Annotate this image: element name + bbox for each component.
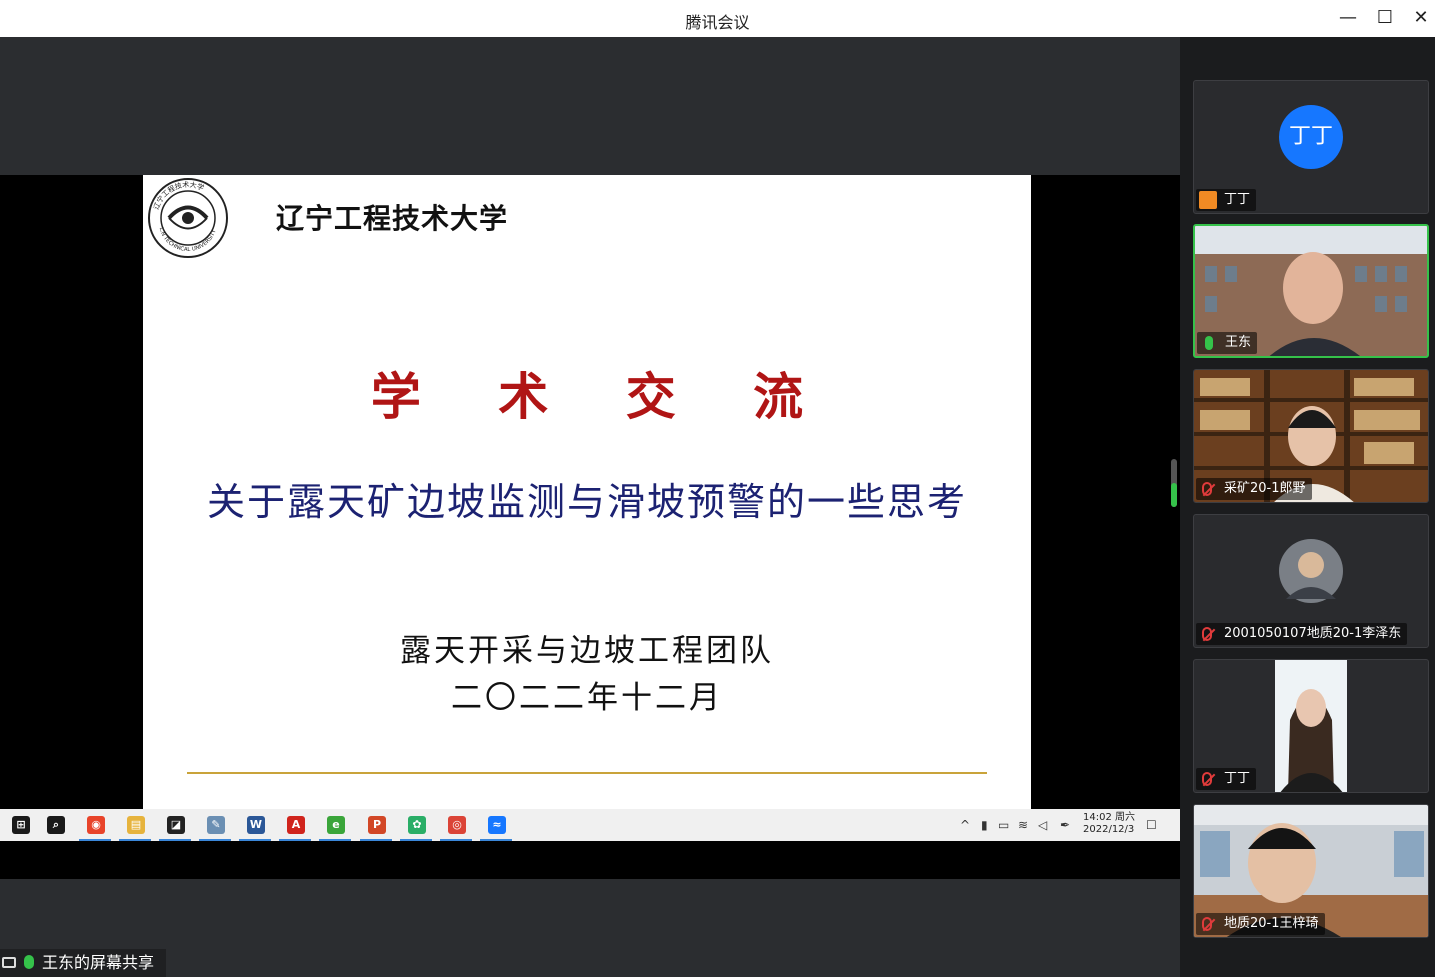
tray-volume-icon[interactable]: ◁ bbox=[1038, 818, 1047, 832]
running-indicator bbox=[400, 839, 432, 841]
running-indicator bbox=[119, 839, 151, 841]
mic-muted-icon bbox=[1202, 772, 1212, 786]
participant-tile[interactable]: 丁丁 丁丁 bbox=[1193, 80, 1429, 214]
person-icon bbox=[1199, 191, 1217, 209]
running-indicator bbox=[319, 839, 351, 841]
tray-battery-icon[interactable]: ▭ bbox=[998, 818, 1009, 832]
running-indicator bbox=[279, 839, 311, 841]
svg-text:辽宁工程技术大学: 辽宁工程技术大学 bbox=[152, 180, 205, 211]
start-glyph: ⊞ bbox=[12, 816, 30, 834]
ie-browser-icon[interactable]: e bbox=[315, 809, 355, 841]
sticky-notes-icon[interactable]: ◪ bbox=[155, 809, 195, 841]
screen-share-text: 王东的屏幕共享 bbox=[42, 953, 155, 972]
word-glyph: W bbox=[247, 816, 265, 834]
ie-browser-glyph: e bbox=[327, 816, 345, 834]
shared-screen-area: 辽宁工程技术大学 L.N TECHNICAL UNIVERSITY 辽宁工程技术… bbox=[0, 37, 1180, 977]
university-name: 辽宁工程技术大学 bbox=[276, 202, 509, 235]
title-bar: 腾讯会议 — ☐ ✕ bbox=[0, 0, 1435, 37]
taskbar-clock[interactable]: 14:02 周六 2022/12/3 bbox=[1083, 812, 1135, 836]
participant-name: 2001050107地质20-1李泽东 bbox=[1224, 626, 1402, 641]
running-indicator bbox=[159, 839, 191, 841]
start-icon[interactable]: ⊞ bbox=[0, 809, 40, 841]
maximize-button[interactable]: ☐ bbox=[1372, 6, 1398, 30]
university-logo-icon: 辽宁工程技术大学 L.N TECHNICAL UNIVERSITY bbox=[148, 178, 228, 258]
word-icon[interactable]: W bbox=[235, 809, 275, 841]
file-explorer-glyph: ▤ bbox=[127, 816, 145, 834]
window-title: 腾讯会议 bbox=[685, 13, 750, 32]
participant-list: 丁丁 丁丁 王东 采矿20-1郎野 2001050107地质20-1李泽东 丁丁… bbox=[1180, 37, 1435, 977]
mic-muted-icon bbox=[1202, 482, 1212, 496]
participant-tile[interactable]: 2001050107地质20-1李泽东 bbox=[1193, 514, 1429, 648]
wechat-icon[interactable]: ✿ bbox=[396, 809, 436, 841]
notification-icon[interactable]: ☐ bbox=[1146, 818, 1157, 832]
notepad-icon[interactable]: ✎ bbox=[195, 809, 235, 841]
running-indicator bbox=[480, 839, 512, 841]
shared-screen: 辽宁工程技术大学 L.N TECHNICAL UNIVERSITY 辽宁工程技术… bbox=[0, 175, 1180, 879]
avatar: 丁丁 bbox=[1279, 105, 1343, 169]
sticky-notes-glyph: ◪ bbox=[167, 816, 185, 834]
participant-name: 地质20-1王梓琦 bbox=[1224, 916, 1319, 931]
participant-name: 丁丁 bbox=[1224, 771, 1251, 786]
mic-on-icon bbox=[24, 955, 34, 969]
minimize-button[interactable]: — bbox=[1335, 6, 1361, 30]
browser-360-glyph: ◉ bbox=[87, 816, 105, 834]
participant-tile[interactable]: 地质20-1王梓琦 bbox=[1193, 804, 1429, 938]
tencent-meeting-icon[interactable]: ≈ bbox=[476, 809, 516, 841]
pdf-reader-icon[interactable]: A bbox=[275, 809, 315, 841]
file-explorer-icon[interactable]: ▤ bbox=[115, 809, 155, 841]
screen-share-icon bbox=[2, 957, 16, 968]
chrome-glyph: ◎ bbox=[448, 816, 466, 834]
participant-name: 王东 bbox=[1225, 335, 1252, 350]
search-glyph: ⌕ bbox=[47, 816, 65, 834]
clock-date: 2022/12/3 bbox=[1083, 824, 1135, 835]
mic-muted-icon bbox=[1202, 917, 1212, 931]
running-indicator bbox=[360, 839, 392, 841]
windows-taskbar: ⊞ ⌕ ◉ ▤ ◪ ✎ W Ae P ✿ ◎ ≈ ^ ▮ ▭ ≋ ◁ ✒ 14:02 周六 2022/… bbox=[0, 809, 1180, 841]
participant-label: 2001050107地质20-1李泽东 bbox=[1196, 623, 1408, 645]
tray-wifi-icon[interactable]: ≋ bbox=[1018, 818, 1028, 832]
browser-360-icon[interactable]: ◉ bbox=[75, 809, 115, 841]
slide-team: 露天开采与边坡工程团队 bbox=[400, 633, 774, 669]
participant-label: 采矿20-1郎野 bbox=[1196, 478, 1312, 500]
participant-tile[interactable]: 采矿20-1郎野 bbox=[1193, 369, 1429, 503]
close-button[interactable]: ✕ bbox=[1408, 6, 1434, 30]
slide-heading: 学 术 交 流 bbox=[370, 367, 834, 426]
powerpoint-glyph: P bbox=[368, 816, 386, 834]
presentation-slide: 辽宁工程技术大学 L.N TECHNICAL UNIVERSITY 辽宁工程技术… bbox=[143, 175, 1031, 809]
participant-label: 丁丁 bbox=[1196, 768, 1257, 790]
participant-name: 丁丁 bbox=[1224, 192, 1251, 207]
tray-mic-icon[interactable]: ▮ bbox=[981, 818, 988, 832]
participant-tile[interactable]: 王东 bbox=[1193, 224, 1429, 358]
svg-text:L.N TECHNICAL UNIVERSITY: L.N TECHNICAL UNIVERSITY bbox=[158, 227, 218, 253]
running-indicator bbox=[79, 839, 111, 841]
search-icon[interactable]: ⌕ bbox=[35, 809, 75, 841]
running-indicator bbox=[199, 839, 231, 841]
tray-pen-icon[interactable]: ✒ bbox=[1060, 818, 1070, 832]
participant-label: 王东 bbox=[1197, 332, 1258, 354]
chrome-icon[interactable]: ◎ bbox=[436, 809, 476, 841]
powerpoint-icon[interactable]: P bbox=[356, 809, 396, 841]
slide-date: 二〇二二年十二月 bbox=[451, 680, 723, 716]
participant-label: 丁丁 bbox=[1196, 189, 1257, 211]
participant-name: 采矿20-1郎野 bbox=[1224, 481, 1306, 496]
mic-on-icon bbox=[1205, 336, 1213, 350]
tray-chevron-icon[interactable]: ^ bbox=[960, 818, 970, 832]
slide-subtitle: 关于露天矿边坡监测与滑坡预警的一些思考 bbox=[206, 480, 967, 524]
tencent-meeting-glyph: ≈ bbox=[488, 816, 506, 834]
slide-divider bbox=[187, 772, 987, 774]
wechat-glyph: ✿ bbox=[408, 816, 426, 834]
running-indicator bbox=[239, 839, 271, 841]
clock-time: 14:02 周六 bbox=[1083, 812, 1135, 823]
volume-level-indicator bbox=[1171, 459, 1177, 507]
running-indicator bbox=[440, 839, 472, 841]
participant-tile[interactable]: 丁丁 bbox=[1193, 659, 1429, 793]
participant-label: 地质20-1王梓琦 bbox=[1196, 913, 1325, 935]
mic-muted-icon bbox=[1202, 627, 1212, 641]
pdf-reader-glyph: A bbox=[287, 816, 305, 834]
screen-share-label: 王东的屏幕共享 bbox=[0, 949, 166, 977]
notepad-glyph: ✎ bbox=[207, 816, 225, 834]
